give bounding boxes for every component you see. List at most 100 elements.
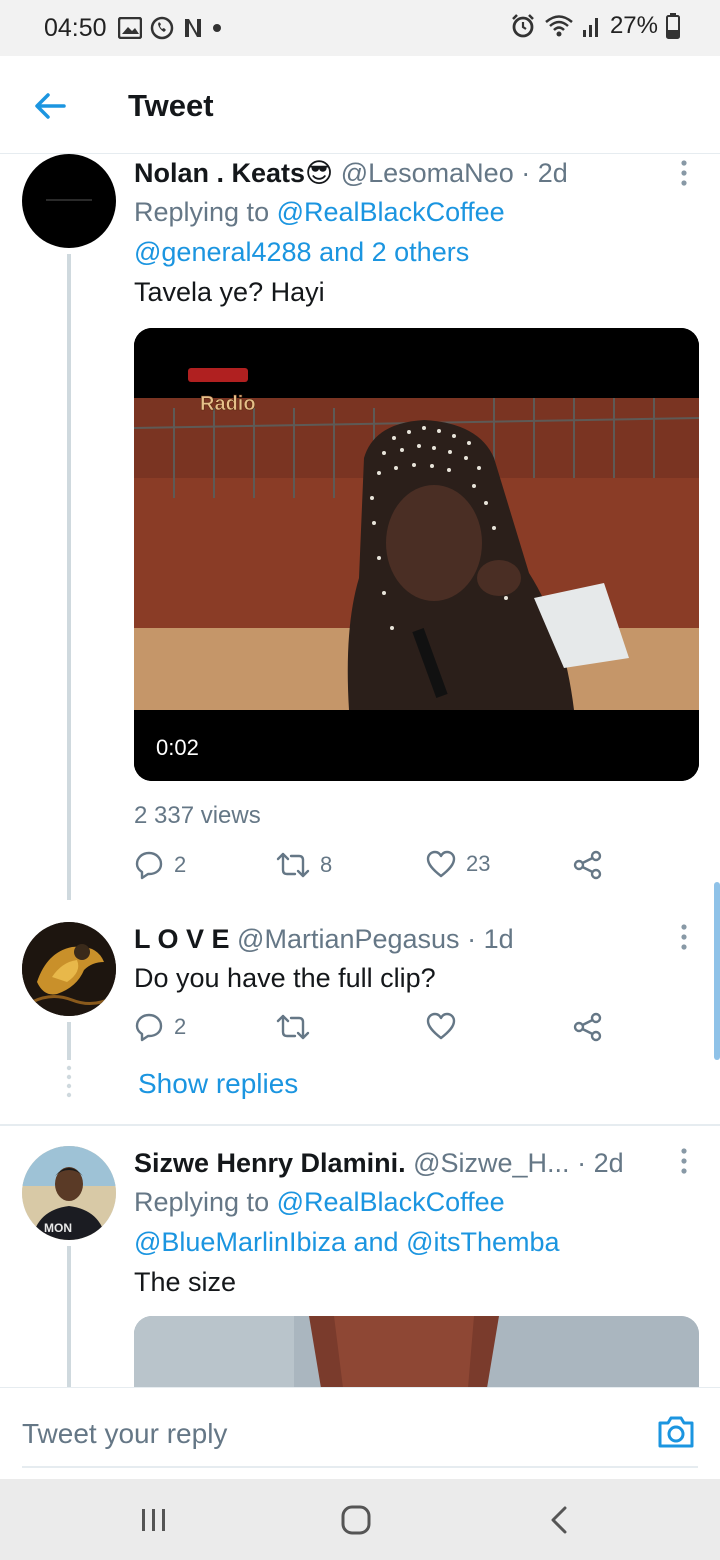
mention-link[interactable]: @BlueMarlinIbiza [134,1227,346,1257]
more-options-button[interactable] [678,1146,690,1176]
tweet-header: L O V E @MartianPegasus · 1d [134,920,684,958]
tweet-text: Tavela ye? Hayi [134,277,325,307]
reply-button[interactable]: 2 [134,850,186,880]
video-player[interactable]: Radio 0:02 [134,328,699,781]
netflix-icon [185,19,201,37]
reply-count: 2 [174,1014,187,1039]
author-handle[interactable]: @MartianPegasus [237,924,460,954]
avatar[interactable] [22,922,116,1016]
tweet-reply-2[interactable]: L O V E @MartianPegasus · 1d Do you have… [0,920,720,1120]
tweet-actions: 2 [134,1012,604,1052]
tweet-header: Nolan . Keats😎 @LesomaNeo · 2d [134,154,684,192]
retweet-button[interactable] [276,1012,310,1042]
recent-apps-icon [142,1509,165,1531]
retweet-count: 8 [320,852,333,877]
avatar-shirt-text: MON [44,1221,72,1235]
reply-input[interactable]: Tweet your reply [22,1418,227,1450]
mention-link[interactable]: @RealBlackCoffee [277,197,505,227]
camera-button[interactable] [656,1412,696,1452]
video-thumbnail: Radio [134,328,699,781]
share-button[interactable] [572,1012,604,1042]
author-handle[interactable]: @Sizwe_H... [413,1148,569,1178]
mention-link[interactable]: @general4288 [134,237,312,267]
reply-composer: Tweet your reply [0,1387,720,1479]
show-replies-link[interactable]: Show replies [138,1068,298,1100]
retweet-icon [276,852,310,878]
author-handle[interactable]: @LesomaNeo [341,158,514,188]
heart-icon [426,1012,456,1040]
back-icon [551,1506,567,1534]
more-options-button[interactable] [678,922,690,952]
alarm-icon [512,14,534,38]
author-name[interactable]: Nolan . Keats [134,158,305,188]
reply-icon [135,1013,163,1042]
home-button[interactable] [336,1503,376,1537]
share-icon [573,1012,602,1042]
reply-count: 2 [174,852,187,877]
author-name[interactable]: Sizwe Henry Dlamini. [134,1148,406,1178]
system-navigation-bar [0,1479,720,1560]
scrollbar-thumb[interactable] [714,882,720,1060]
whatsapp-icon [150,16,174,40]
back-button[interactable] [30,86,70,126]
wifi-icon [545,15,573,37]
divider [0,1124,720,1126]
reply-button[interactable]: 2 [134,1012,186,1042]
share-icon [573,850,602,880]
author-name[interactable]: L O V E [134,924,230,954]
status-time: 04:50 [44,14,107,42]
watermark-text: Radio [200,393,256,415]
tweet-image[interactable] [134,1316,699,1387]
mention-join: and [353,1227,399,1257]
more-vertical-icon [681,1148,687,1174]
reply-icon [135,851,163,880]
more-vertical-icon [681,160,687,186]
status-system-icons: 27% [510,12,680,40]
thread-continuation-dots [66,1065,72,1098]
mention-link[interactable]: @itsThemba [406,1227,559,1257]
back-nav-button[interactable] [540,1503,580,1537]
tweet-text: The size [134,1267,237,1297]
dot-icon [213,24,221,32]
thread-line [67,1022,71,1060]
retweet-icon [276,1014,310,1040]
status-bar: 04:50 27% [0,0,720,56]
replying-to: Replying to @RealBlackCoffee @BlueMarlin… [134,1182,684,1262]
thread-line [67,1246,71,1387]
avatar[interactable]: MON [22,1146,116,1240]
heart-icon [426,850,456,878]
like-button[interactable]: 23 [426,850,490,878]
battery-percent: 27% [609,12,658,39]
image-thumbnail [134,1316,699,1387]
mention-link[interactable]: @RealBlackCoffee [277,1187,505,1217]
retweet-button[interactable]: 8 [276,850,332,880]
author-emoji: 😎 [305,158,334,188]
replying-prefix: Replying to [134,1187,270,1217]
battery-icon [666,13,680,39]
more-vertical-icon [681,924,687,950]
more-options-button[interactable] [678,158,690,188]
tweet-time: · 2d [577,1148,624,1178]
home-icon [341,1505,371,1535]
gallery-icon [118,17,142,39]
app-header: Tweet [0,56,720,154]
tweet-actions: 2 8 23 [134,850,604,890]
thread-line [67,254,71,900]
tweet-time: · 2d [521,158,568,188]
tweet-reply-1[interactable]: Nolan . Keats😎 @LesomaNeo · 2d Replying … [0,154,720,900]
replying-to: Replying to @RealBlackCoffee @general428… [134,192,684,272]
like-button[interactable] [426,1012,456,1040]
recent-apps-button[interactable] [134,1503,174,1537]
tweet-reply-3[interactable]: MON Sizwe Henry Dlamini. @Sizwe_H... · 2… [0,1144,720,1387]
video-duration: 0:02 [156,735,199,760]
avatar[interactable] [22,154,116,248]
tweet-header: Sizwe Henry Dlamini. @Sizwe_H... · 2d [134,1144,684,1182]
status-notification-icons [118,16,222,40]
mention-join: and [319,237,365,267]
page-title: Tweet [128,88,214,123]
camera-icon [658,1416,694,1448]
share-button[interactable] [572,850,604,880]
tweet-time: · 1d [467,924,514,954]
others-link[interactable]: 2 others [372,237,470,267]
replying-prefix: Replying to [134,197,270,227]
